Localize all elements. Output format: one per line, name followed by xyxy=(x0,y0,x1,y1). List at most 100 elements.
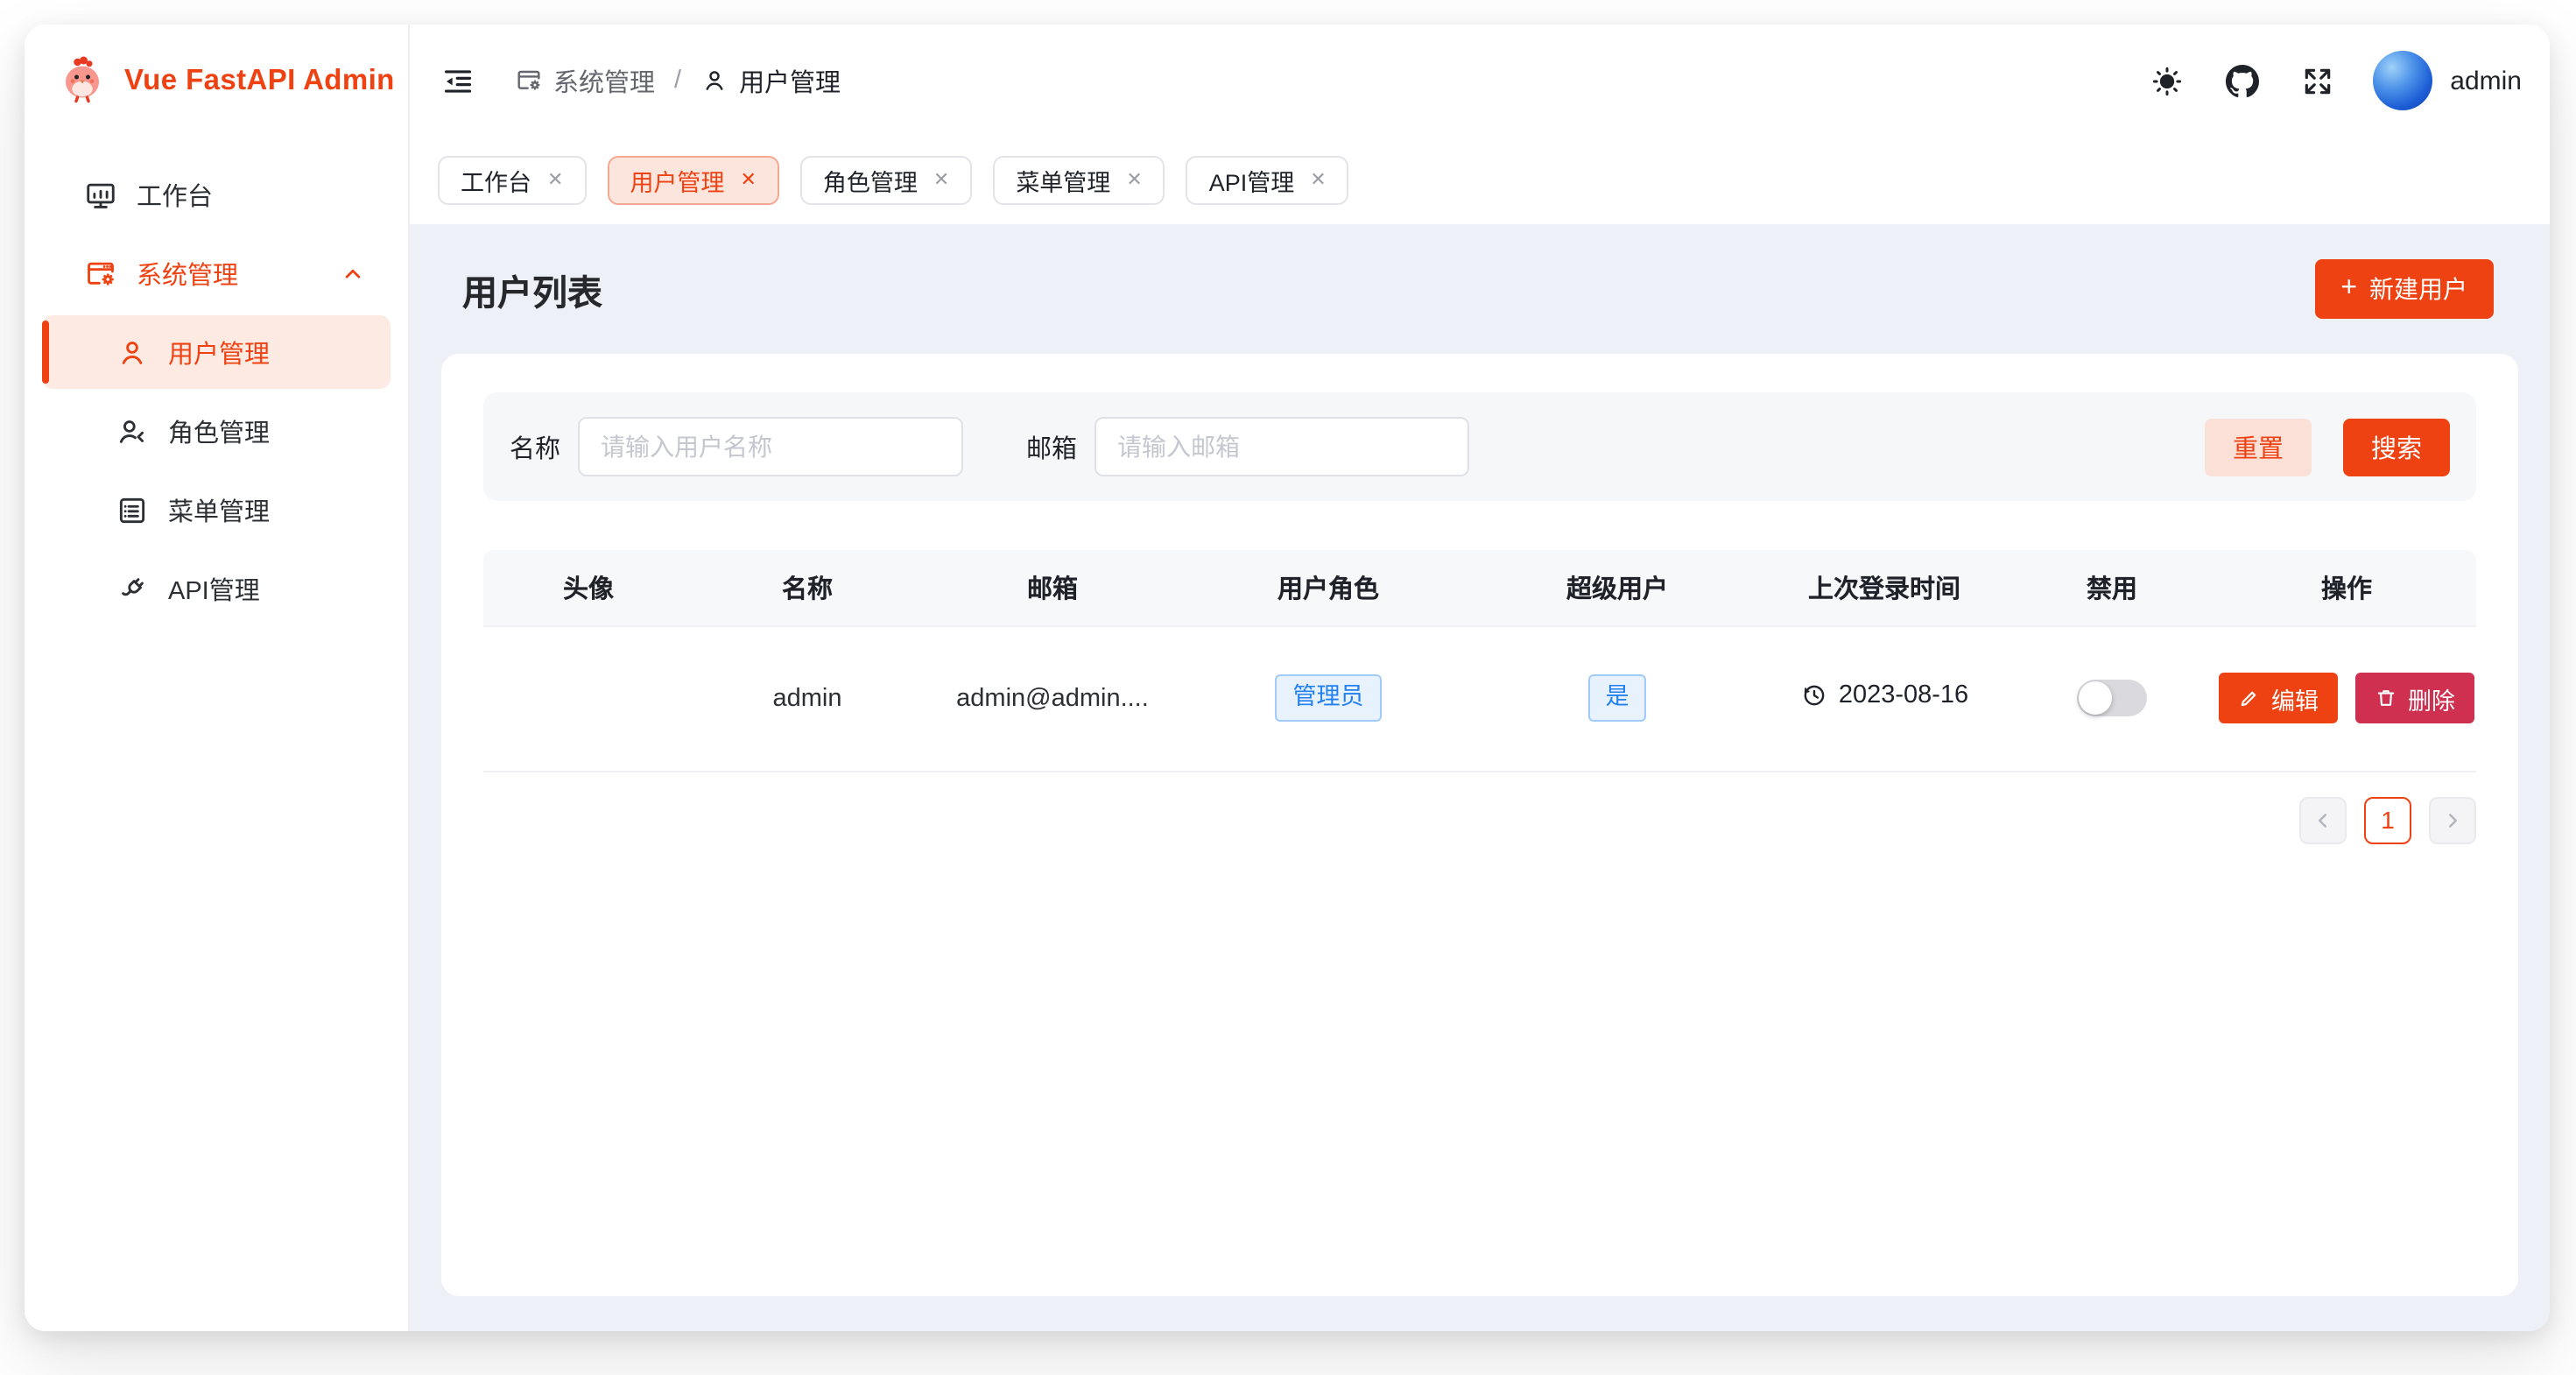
monitor-icon xyxy=(84,178,117,211)
col-name: 名称 xyxy=(693,550,921,625)
theme-toggle-sun-icon[interactable] xyxy=(2147,61,2185,100)
topbar: 系统管理 / 用户管理 xyxy=(410,25,2550,137)
cell-name: admin xyxy=(693,625,921,771)
col-disabled: 禁用 xyxy=(2007,550,2217,625)
sidebar-item-label: 菜单管理 xyxy=(168,491,270,528)
cell-last-login: 2023-08-16 xyxy=(1762,625,2007,771)
sidebar-item-label: 角色管理 xyxy=(168,412,270,449)
search-filter-bar: 名称 邮箱 重置 搜索 xyxy=(483,392,2476,501)
tab-menus[interactable]: 菜单管理 ✕ xyxy=(993,156,1165,205)
app-window: Vue FastAPI Admin 工作台 xyxy=(25,25,2550,1331)
table-row: admin admin@admin.... 管理员 是 xyxy=(483,625,2476,771)
window-gear-icon xyxy=(515,67,543,95)
breadcrumb: 系统管理 / 用户管理 xyxy=(515,62,841,99)
superuser-tag: 是 xyxy=(1588,675,1647,721)
col-last-login: 上次登录时间 xyxy=(1762,550,2007,625)
chevron-right-icon xyxy=(2441,808,2464,831)
cell-actions: 编辑 删除 xyxy=(2217,625,2476,771)
col-role: 用户角色 xyxy=(1184,550,1473,625)
breadcrumb-item-system[interactable]: 系统管理 xyxy=(515,62,655,99)
tab-roles[interactable]: 角色管理 ✕ xyxy=(800,156,972,205)
fullscreen-icon[interactable] xyxy=(2298,61,2336,100)
content-area: 用户列表 + 新建用户 名称 邮箱 重置 xyxy=(410,224,2550,1331)
main-column: 系统管理 / 用户管理 xyxy=(410,25,2550,1331)
col-avatar: 头像 xyxy=(483,550,693,625)
tab-close-icon[interactable]: ✕ xyxy=(740,171,756,190)
role-tag: 管理员 xyxy=(1276,675,1382,721)
email-field-label: 邮箱 xyxy=(1026,428,1077,465)
breadcrumb-item-users[interactable]: 用户管理 xyxy=(700,62,841,99)
pagination-prev-button[interactable] xyxy=(2299,796,2347,843)
toggle-knob xyxy=(2079,681,2112,715)
cell-role: 管理员 xyxy=(1184,625,1473,771)
search-buttons: 重置 搜索 xyxy=(2205,418,2450,476)
table-header-row: 头像 名称 邮箱 用户角色 超级用户 上次登录时间 禁用 操作 xyxy=(483,550,2476,625)
col-actions: 操作 xyxy=(2217,550,2476,625)
plus-icon: + xyxy=(2340,275,2357,303)
cell-disabled xyxy=(2007,625,2217,771)
logo-chick-icon xyxy=(56,50,109,111)
sidebar-item-api[interactable]: API管理 xyxy=(42,552,391,625)
user-avatar[interactable] xyxy=(2373,51,2432,110)
logo[interactable]: Vue FastAPI Admin xyxy=(25,25,408,137)
tab-close-icon[interactable]: ✕ xyxy=(933,171,949,190)
app-title: Vue FastAPI Admin xyxy=(124,64,395,97)
search-button[interactable]: 搜索 xyxy=(2343,418,2450,476)
sidebar-item-label: API管理 xyxy=(168,570,260,607)
disabled-toggle[interactable] xyxy=(2077,680,2147,716)
sidebar-menu: 工作台 系统管理 xyxy=(25,137,408,631)
sidebar: Vue FastAPI Admin 工作台 xyxy=(25,25,410,1331)
window-gear-icon xyxy=(84,257,117,290)
tab-close-icon[interactable]: ✕ xyxy=(1310,171,1326,190)
tab-close-icon[interactable]: ✕ xyxy=(547,171,563,190)
tab-workbench[interactable]: 工作台 ✕ xyxy=(438,156,586,205)
cell-superuser: 是 xyxy=(1473,625,1762,771)
trash-icon xyxy=(2375,687,2397,709)
chevron-left-icon xyxy=(2312,808,2334,831)
page: Vue FastAPI Admin 工作台 xyxy=(0,0,2576,1375)
sidebar-item-label: 用户管理 xyxy=(168,334,270,370)
tab-bar: 工作台 ✕ 用户管理 ✕ 角色管理 ✕ 菜单管理 ✕ API管理 ✕ xyxy=(410,137,2550,224)
col-superuser: 超级用户 xyxy=(1473,550,1762,625)
pagination-next-button[interactable] xyxy=(2429,796,2476,843)
email-input[interactable] xyxy=(1094,417,1469,476)
sidebar-item-workbench[interactable]: 工作台 xyxy=(42,158,391,231)
pagination-page-1[interactable]: 1 xyxy=(2364,796,2411,843)
cell-avatar xyxy=(483,625,693,771)
pagination: 1 xyxy=(483,796,2476,843)
breadcrumb-separator: / xyxy=(674,67,681,95)
page-title: 用户列表 xyxy=(462,264,602,314)
tab-close-icon[interactable]: ✕ xyxy=(1126,171,1142,190)
sidebar-collapse-icon[interactable] xyxy=(438,61,476,100)
sidebar-item-menus[interactable]: 菜单管理 xyxy=(42,473,391,546)
sidebar-item-system[interactable]: 系统管理 xyxy=(42,236,391,310)
plug-icon xyxy=(116,572,149,605)
tab-api[interactable]: API管理 ✕ xyxy=(1186,156,1349,205)
name-field-label: 名称 xyxy=(510,428,560,465)
github-icon[interactable] xyxy=(2222,61,2261,100)
topbar-actions: admin xyxy=(2147,51,2522,110)
name-input[interactable] xyxy=(578,417,963,476)
new-user-button[interactable]: + 新建用户 xyxy=(2314,259,2494,319)
reset-button[interactable]: 重置 xyxy=(2205,418,2312,476)
username: admin xyxy=(2450,66,2522,95)
user-icon xyxy=(700,67,728,95)
delete-button[interactable]: 删除 xyxy=(2355,673,2474,723)
sidebar-item-label: 工作台 xyxy=(137,176,213,213)
sidebar-item-users[interactable]: 用户管理 xyxy=(42,315,391,389)
chevron-up-icon xyxy=(336,260,370,286)
user-role-icon xyxy=(116,414,149,448)
sidebar-item-roles[interactable]: 角色管理 xyxy=(42,394,391,468)
sidebar-item-label: 系统管理 xyxy=(137,255,238,292)
content-header: 用户列表 + 新建用户 xyxy=(410,224,2550,354)
tab-users[interactable]: 用户管理 ✕ xyxy=(607,156,778,205)
menu-list-icon xyxy=(116,493,149,526)
cell-email: admin@admin.... xyxy=(921,625,1184,771)
pencil-icon xyxy=(2238,687,2261,709)
clock-history-icon xyxy=(1800,680,1828,709)
edit-button[interactable]: 编辑 xyxy=(2219,673,2338,723)
col-email: 邮箱 xyxy=(921,550,1184,625)
user-icon xyxy=(116,335,149,369)
users-table: 头像 名称 邮箱 用户角色 超级用户 上次登录时间 禁用 操作 xyxy=(483,550,2476,772)
user-list-card: 名称 邮箱 重置 搜索 xyxy=(441,354,2518,1296)
